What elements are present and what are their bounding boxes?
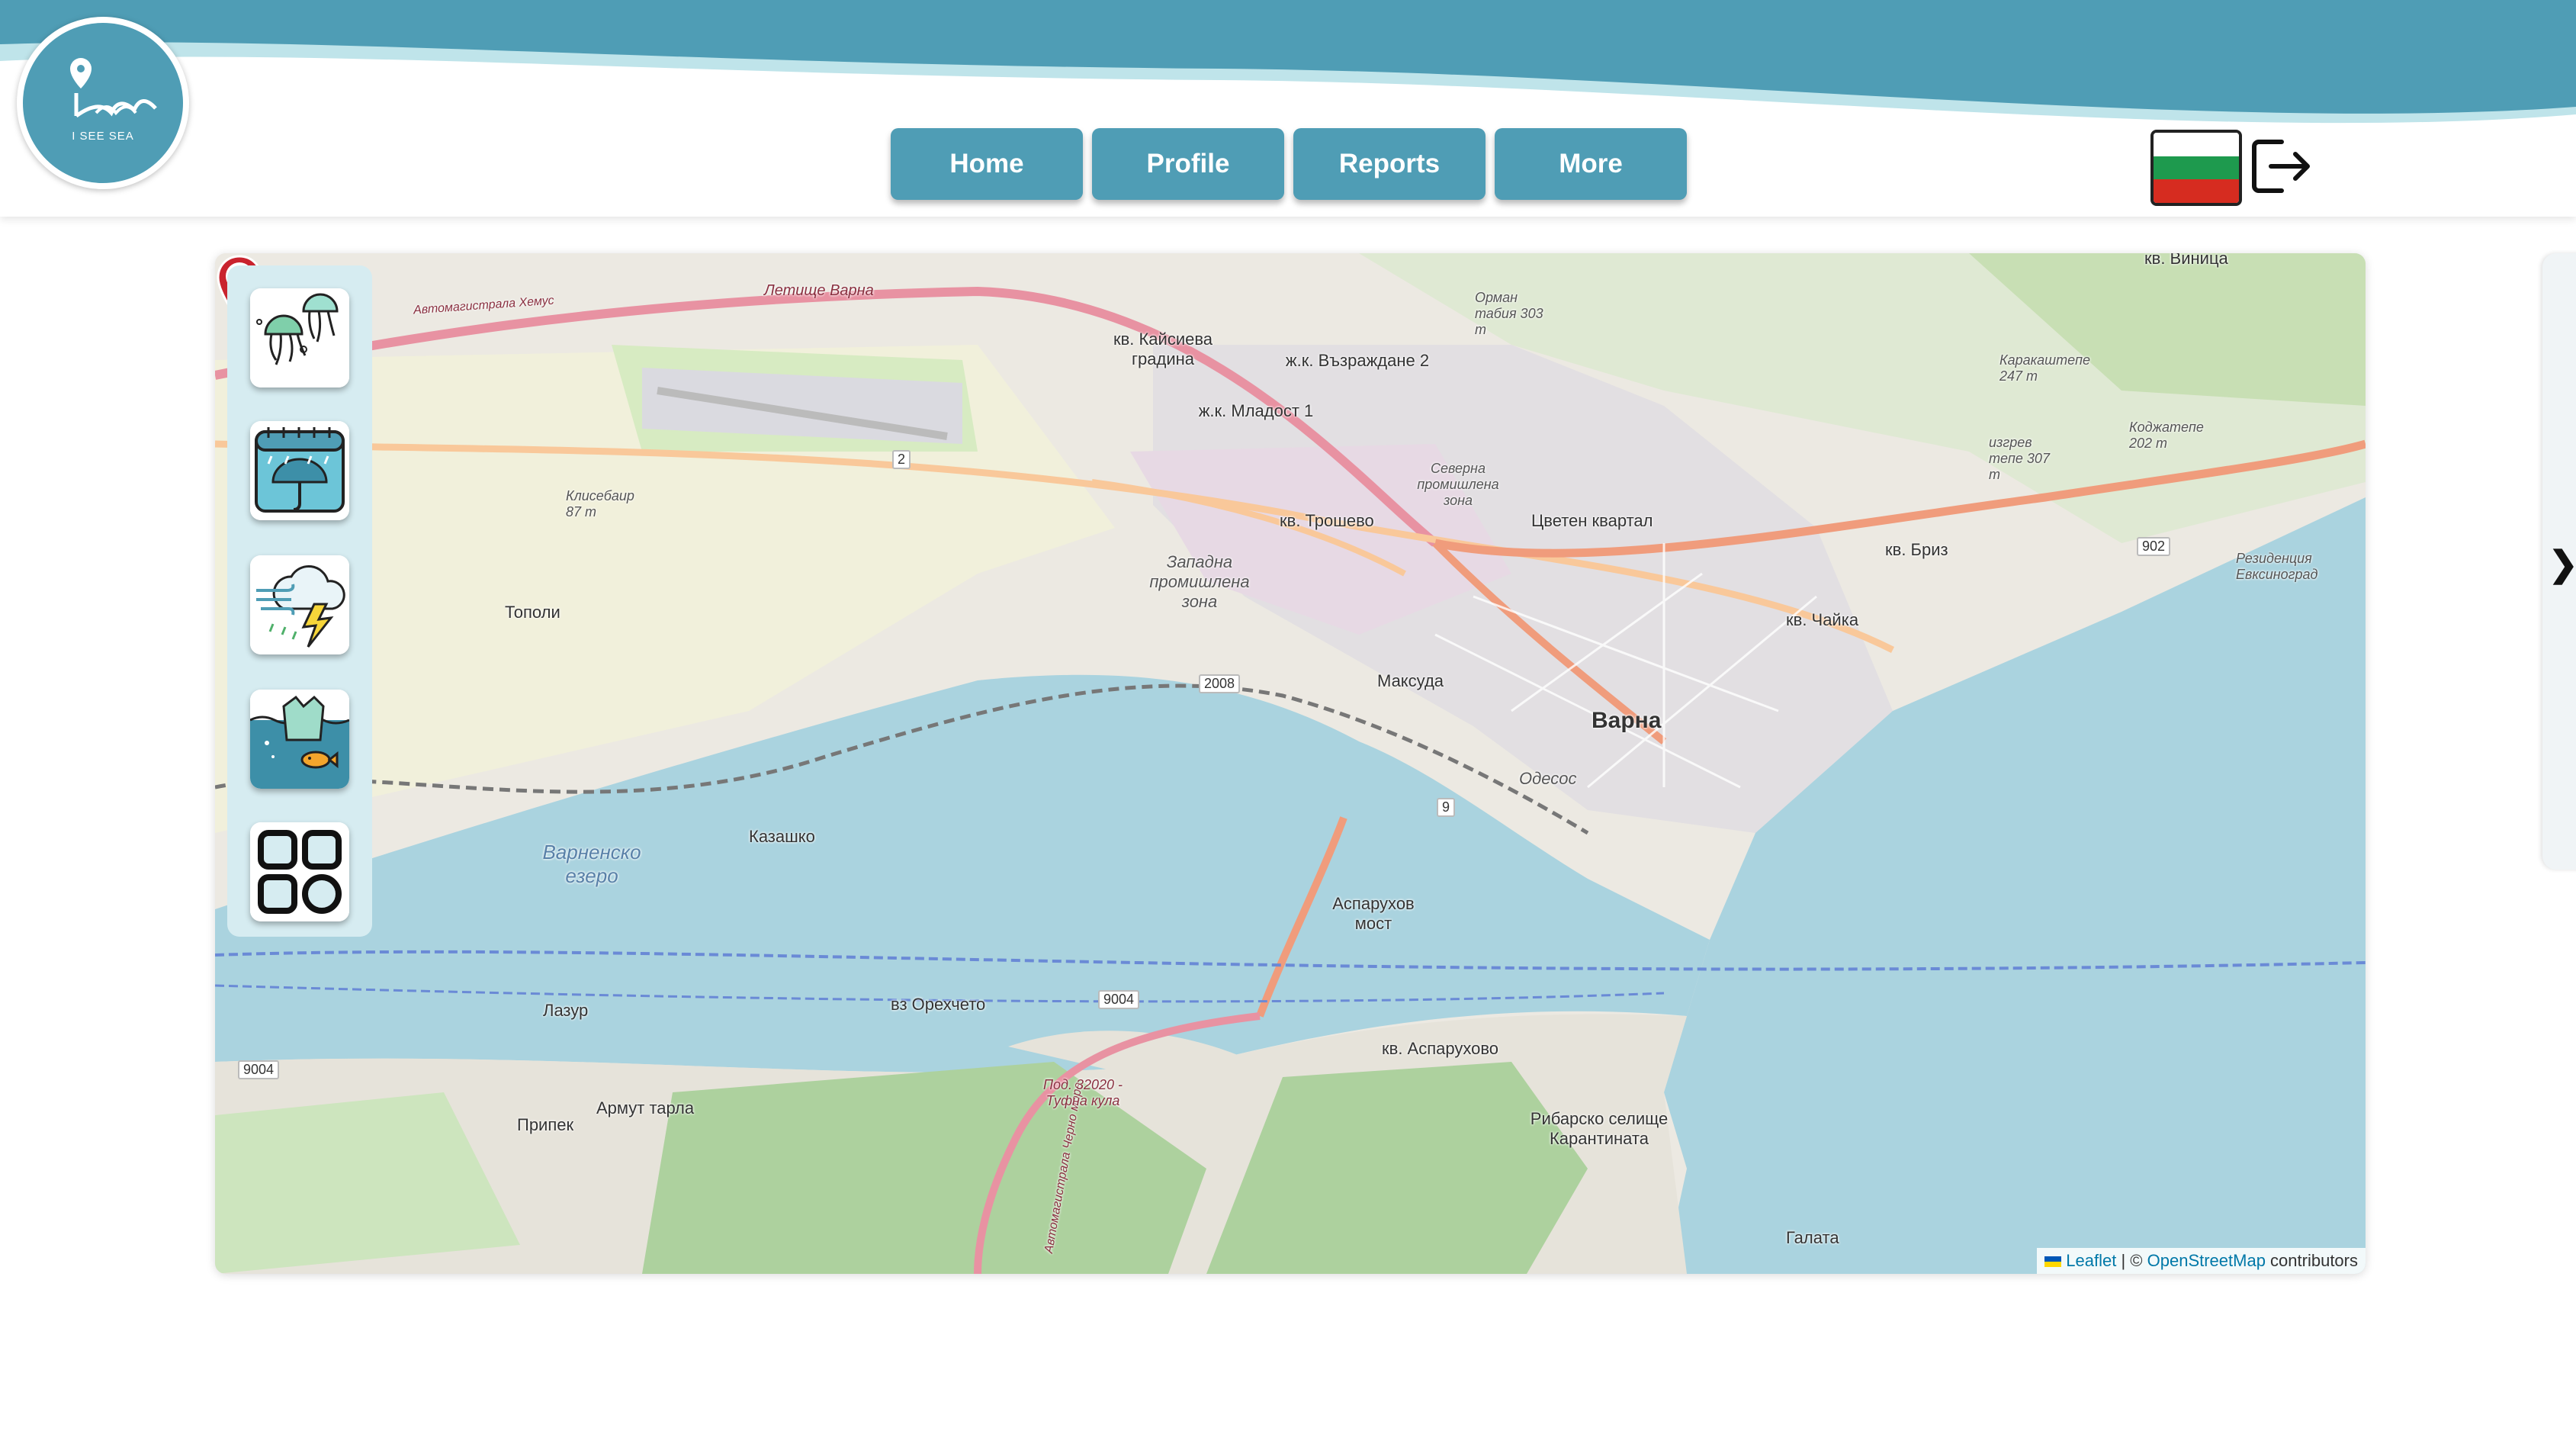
map-label-oreh: вз Орехчето [891, 995, 986, 1014]
road-shield: 902 [2137, 537, 2171, 556]
map-toolbox [227, 265, 372, 937]
map-label-briz: кв. Бриз [1885, 540, 1948, 559]
map-label-galata: Галата [1786, 1228, 1839, 1247]
map-label-mladost: ж.к. Младост 1 [1198, 401, 1314, 420]
map-label-asparuhovo: кв. Аспарухово [1382, 1039, 1499, 1058]
map-attribution: Leaflet | © OpenStreetMap contributors [2037, 1248, 2366, 1274]
tool-jellyfish-button[interactable] [250, 288, 349, 387]
tool-water-pollution-button[interactable] [250, 690, 349, 789]
side-panel-toggle[interactable]: ❯ [2542, 253, 2576, 870]
nav-reports-button[interactable]: Reports [1293, 128, 1486, 200]
map-label-tsveten: Цветен квартал [1531, 511, 1653, 530]
attribution-separator: | © [2116, 1251, 2147, 1270]
logout-icon[interactable] [2248, 134, 2312, 198]
road-shield: 9004 [238, 1060, 280, 1079]
map-label-chaika: кв. Чайка [1786, 610, 1859, 629]
tool-weather-forecast-button[interactable] [250, 421, 349, 520]
ukraine-flag-icon [2044, 1256, 2062, 1268]
map-label-maksuda: Максуда [1377, 671, 1444, 690]
map-label-vazrazhdane: ж.к. Възраждане 2 [1285, 351, 1430, 370]
map-label-klisebair: Клисебаир 87 m [566, 488, 634, 519]
map-label-troshevo: кв. Трошево [1280, 511, 1374, 530]
app-logo[interactable]: I SEE SEA [17, 17, 189, 189]
road-shield: 2 [892, 450, 911, 469]
nav-home-button[interactable]: Home [891, 128, 1083, 200]
map-label-varna-lake: Варненско езеро [542, 841, 641, 887]
map-label-izgrev: изгрев тепе 307 m [1989, 435, 2050, 482]
map-label-asparuhov-most: Аспарухов мост [1332, 894, 1415, 933]
logo-text: I SEE SEA [72, 130, 134, 143]
map-label-varna: Варна [1592, 708, 1662, 733]
leaflet-link[interactable]: Leaflet [2066, 1251, 2116, 1270]
map-label-zapadna: Западна промишлена зона [1149, 552, 1250, 611]
jellyfish-icon [250, 288, 349, 387]
storm-wind-lightning-icon [250, 555, 349, 654]
rain-umbrella-calendar-icon [250, 421, 349, 520]
map-label-vinica: кв. Виница [2144, 253, 2228, 268]
attribution-suffix: contributors [2265, 1251, 2358, 1270]
tool-storm-wind-button[interactable] [250, 555, 349, 654]
logo-wave-icon [70, 58, 157, 118]
map-label-kaisieva: кв. Кайсиева градина [1113, 330, 1213, 368]
road-shield: 9 [1437, 798, 1456, 817]
map-label-orman: Орман табия 303 m [1475, 290, 1543, 337]
more-apps-grid-icon [250, 822, 349, 921]
map-label-rezidencia: Резиденция Евксиноград [2236, 551, 2318, 582]
road-shield: 2008 [1199, 674, 1241, 693]
map-label-lazur: Лазур [543, 1001, 589, 1020]
road-shield: 9004 [1098, 990, 1140, 1009]
map-label-karakashtepe: Каракаштепе 247 m [1999, 352, 2091, 384]
main-nav: Home Profile Reports More [891, 128, 1687, 200]
map-label-kodzhatepe: Коджатепе 202 m [2129, 420, 2204, 451]
nav-profile-button[interactable]: Profile [1092, 128, 1284, 200]
bulgaria-flag-icon[interactable] [2150, 130, 2242, 206]
map-label-topoli: Тополи [505, 603, 560, 622]
map-label-pod: Под. 32020 - Туфна кула [1042, 1077, 1123, 1108]
map-label-kazashko: Казашко [749, 827, 815, 846]
map-label-armut: Армут тарла [596, 1098, 695, 1117]
map-label-airport: Летище Варна [764, 282, 874, 299]
openstreetmap-link[interactable]: OpenStreetMap [2147, 1251, 2266, 1270]
nav-more-button[interactable]: More [1495, 128, 1687, 200]
map-label-pripek: Припек [517, 1115, 574, 1134]
map-container[interactable]: Варна кв. Виница кв. Кайсиева градина ж.… [215, 253, 2366, 1274]
header-bar: I SEE SEA Home Profile Reports More [0, 0, 2576, 217]
tool-more-apps-button[interactable] [250, 822, 349, 921]
map-label-ribarsko: Рибарско селище Карантината [1530, 1109, 1669, 1148]
water-pollution-fish-icon [250, 690, 349, 789]
map-label-severna: Северна промишлена зона [1417, 461, 1499, 508]
chevron-right-icon: ❯ [2549, 544, 2576, 584]
map-label-odesos: Одесос [1519, 769, 1577, 788]
